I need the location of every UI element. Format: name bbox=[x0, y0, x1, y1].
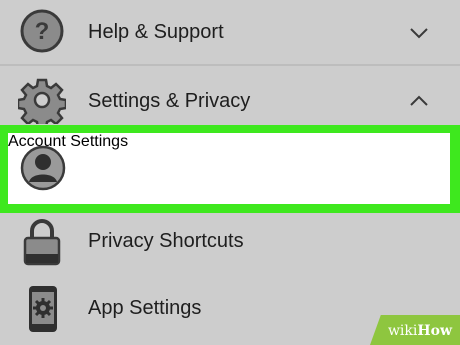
settings-privacy-row[interactable]: Settings & Privacy bbox=[0, 66, 460, 126]
gear-icon bbox=[18, 78, 66, 124]
privacy-shortcuts-row[interactable]: Privacy Shortcuts bbox=[0, 214, 460, 274]
phone-gear-icon bbox=[29, 286, 57, 332]
user-avatar-icon bbox=[20, 145, 66, 191]
wikihow-suffix: How bbox=[417, 323, 452, 339]
question-icon: ? bbox=[20, 9, 64, 53]
chevron-up-icon[interactable] bbox=[409, 95, 429, 107]
settings-privacy-label: Settings & Privacy bbox=[88, 90, 251, 112]
wikihow-logo: wikiHow bbox=[388, 323, 452, 339]
chevron-down-icon[interactable] bbox=[409, 27, 429, 39]
wikihow-prefix: wiki bbox=[387, 323, 418, 339]
privacy-shortcuts-label: Privacy Shortcuts bbox=[88, 230, 244, 252]
app-settings-label: App Settings bbox=[88, 297, 202, 319]
help-support-label: Help & Support bbox=[88, 21, 224, 43]
account-settings-row[interactable]: Account Settings bbox=[8, 133, 450, 204]
account-settings-highlight: Account Settings bbox=[0, 125, 460, 213]
svg-text:?: ? bbox=[35, 18, 50, 45]
help-support-row[interactable]: ? Help & Support bbox=[0, 0, 460, 65]
lock-icon bbox=[23, 219, 61, 266]
